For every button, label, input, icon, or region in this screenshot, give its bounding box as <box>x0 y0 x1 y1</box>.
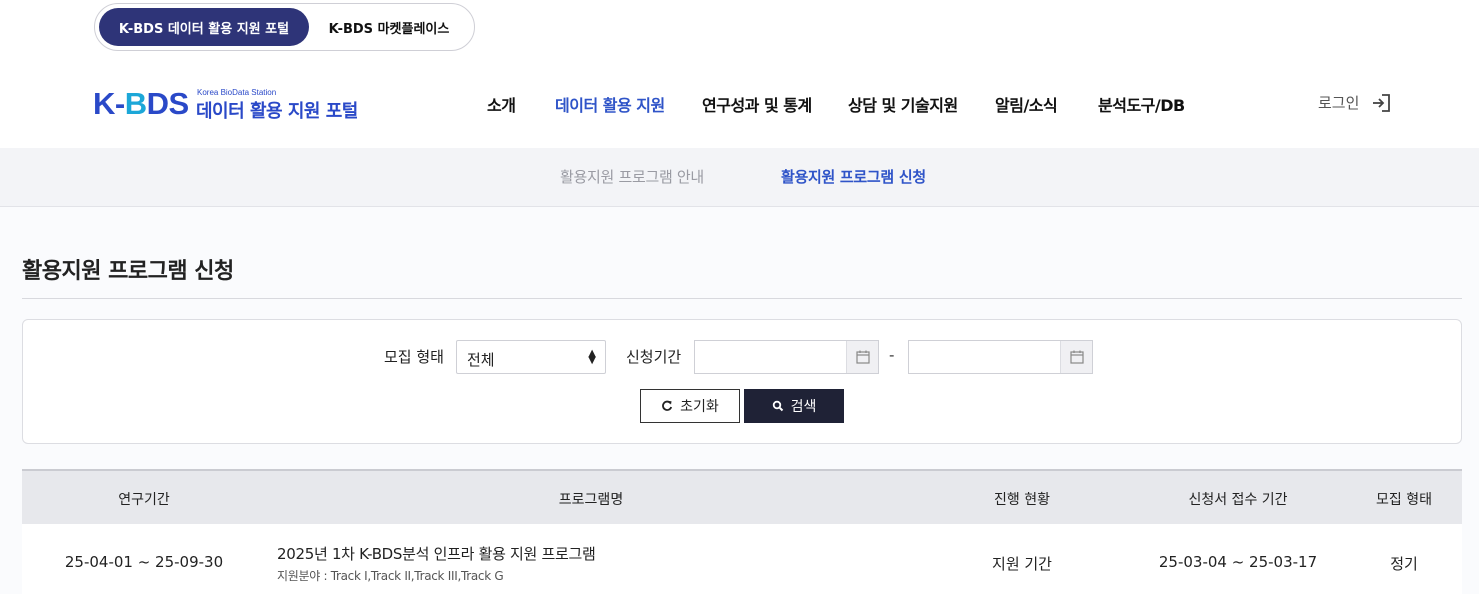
calendar-icon[interactable] <box>1060 341 1092 373</box>
subnav-item-program-info[interactable]: 활용지원 프로그램 안내 <box>560 166 704 187</box>
search-icon <box>772 400 783 412</box>
subnav-item-program-apply[interactable]: 활용지원 프로그램 신청 <box>781 166 926 187</box>
login-icon[interactable] <box>1370 92 1392 114</box>
reset-button[interactable]: 초기화 <box>640 389 740 423</box>
cell-status: 지원 기간 <box>992 555 1052 573</box>
period-label: 신청기간 <box>626 348 682 366</box>
table-row[interactable]: 25-04-01 ~ 25-09-30 2025년 1차 K-BDS분석 인프라… <box>22 524 1462 594</box>
login-link[interactable]: 로그인 <box>1318 92 1359 113</box>
page-title: 활용지원 프로그램 신청 <box>22 259 234 284</box>
table-header: 연구기간 프로그램명 진행 현황 신청서 접수 기간 모집 형태 <box>22 469 1462 524</box>
nav-item-research-stats[interactable]: 연구성과 및 통계 <box>702 92 812 116</box>
logo-mark: K-BDS <box>93 86 189 121</box>
recruit-type-select[interactable]: 전체 ▲ ▼ <box>456 340 606 374</box>
sub-navigation: 활용지원 프로그램 안내 활용지원 프로그램 신청 <box>0 148 1479 207</box>
portal-tab-marketplace[interactable]: K-BDS 마켓플레이스 <box>313 8 465 46</box>
logo-korean: 데이터 활용 지원 포털 <box>196 101 358 122</box>
cell-period: 25-04-01 ~ 25-09-30 <box>64 553 224 571</box>
reset-label: 초기화 <box>680 399 719 415</box>
search-label: 검색 <box>790 399 817 415</box>
nav-item-intro[interactable]: 소개 <box>487 92 516 116</box>
select-arrows-icon: ▲ ▼ <box>588 348 596 366</box>
recruit-type-label: 모집 형태 <box>384 348 444 366</box>
column-header-recruit-type: 모집 형태 <box>1376 492 1432 508</box>
cell-program-title[interactable]: 2025년 1차 K-BDS분석 인프라 활용 지원 프로그램 <box>277 543 596 564</box>
column-header-program: 프로그램명 <box>558 492 624 508</box>
portal-switch: K-BDS 데이터 활용 지원 포털 K-BDS 마켓플레이스 <box>94 3 475 51</box>
logo-english: Korea BioData Station <box>197 88 277 97</box>
nav-item-news[interactable]: 알림/소식 <box>995 92 1058 116</box>
column-header-period: 연구기간 <box>118 492 170 508</box>
nav-item-data-support[interactable]: 데이터 활용 지원 <box>555 92 665 116</box>
end-date-input[interactable] <box>908 340 1093 374</box>
search-button[interactable]: 검색 <box>744 389 844 423</box>
recruit-type-value: 전체 <box>467 351 495 369</box>
cell-recruit-type: 정기 <box>1390 555 1418 573</box>
date-separator: - <box>889 346 895 364</box>
nav-item-tools-db[interactable]: 분석도구/DB <box>1098 92 1185 116</box>
search-filter-panel <box>22 319 1462 444</box>
refresh-icon <box>662 400 673 411</box>
portal-tab-data-support[interactable]: K-BDS 데이터 활용 지원 포털 <box>99 8 309 46</box>
nav-item-consulting[interactable]: 상담 및 기술지원 <box>848 92 958 116</box>
start-date-input[interactable] <box>694 340 879 374</box>
title-divider <box>22 298 1462 299</box>
column-header-apply-period: 신청서 접수 기간 <box>1188 492 1288 508</box>
cell-program-field: 지원분야 : Track I,Track II,Track III,Track … <box>277 569 504 583</box>
cell-apply-period: 25-03-04 ~ 25-03-17 <box>1158 553 1318 571</box>
column-header-status: 진행 현황 <box>994 492 1050 508</box>
calendar-icon[interactable] <box>846 341 878 373</box>
